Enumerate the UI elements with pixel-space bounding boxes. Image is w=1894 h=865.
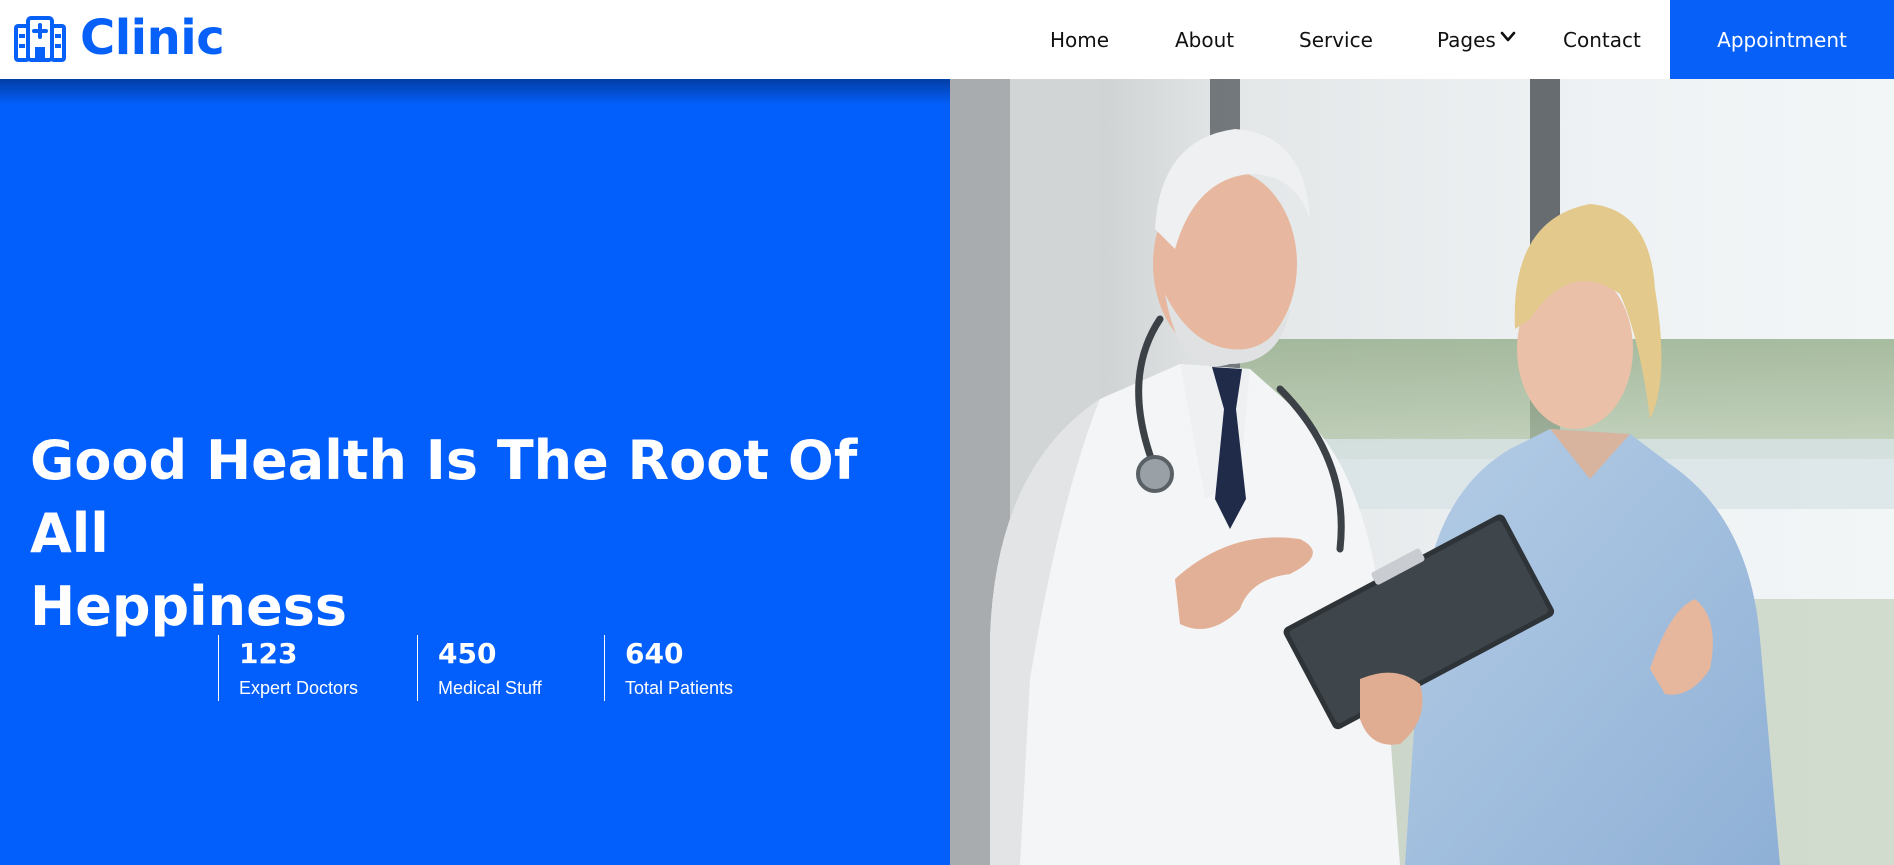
stat-expert-doctors: 123 Expert Doctors [218, 635, 358, 701]
stat-value: 123 [239, 637, 298, 670]
nav-link-pages[interactable]: Pages [1437, 25, 1516, 55]
hero-text-panel: Good Health Is The Root Of All Heppiness… [0, 79, 950, 865]
brand-name: Clinic [80, 10, 225, 66]
stat-value: 450 [438, 637, 497, 670]
stat-value: 640 [625, 637, 684, 670]
navbar: Clinic Home About Service Pages Contact … [0, 0, 1894, 79]
stat-label: Medical Stuff [438, 678, 542, 698]
nav-link-about[interactable]: About [1175, 25, 1234, 55]
brand-logo[interactable]: Clinic [14, 10, 225, 66]
hospital-icon [14, 16, 66, 62]
hero-title: Good Health Is The Root Of All Heppiness [30, 429, 858, 638]
nav-link-pages-label: Pages [1437, 28, 1496, 52]
chevron-down-icon [1500, 31, 1516, 42]
stat-label: Total Patients [625, 678, 734, 698]
stat-label: Expert Doctors [239, 678, 359, 698]
navbar-shadow [0, 79, 950, 105]
stat-medical-stuff: 450 Medical Stuff [417, 635, 542, 701]
hero-illustration [950, 79, 1894, 865]
appointment-button[interactable]: Appointment [1670, 0, 1894, 79]
doctor-and-nurse-photo [950, 79, 1894, 865]
nav-link-contact[interactable]: Contact [1563, 25, 1641, 55]
nav-link-service[interactable]: Service [1299, 25, 1373, 55]
hero-section: Good Health Is The Root Of All Heppiness… [0, 79, 1894, 865]
nav-link-home[interactable]: Home [1050, 25, 1109, 55]
stat-total-patients: 640 Total Patients [604, 635, 733, 701]
